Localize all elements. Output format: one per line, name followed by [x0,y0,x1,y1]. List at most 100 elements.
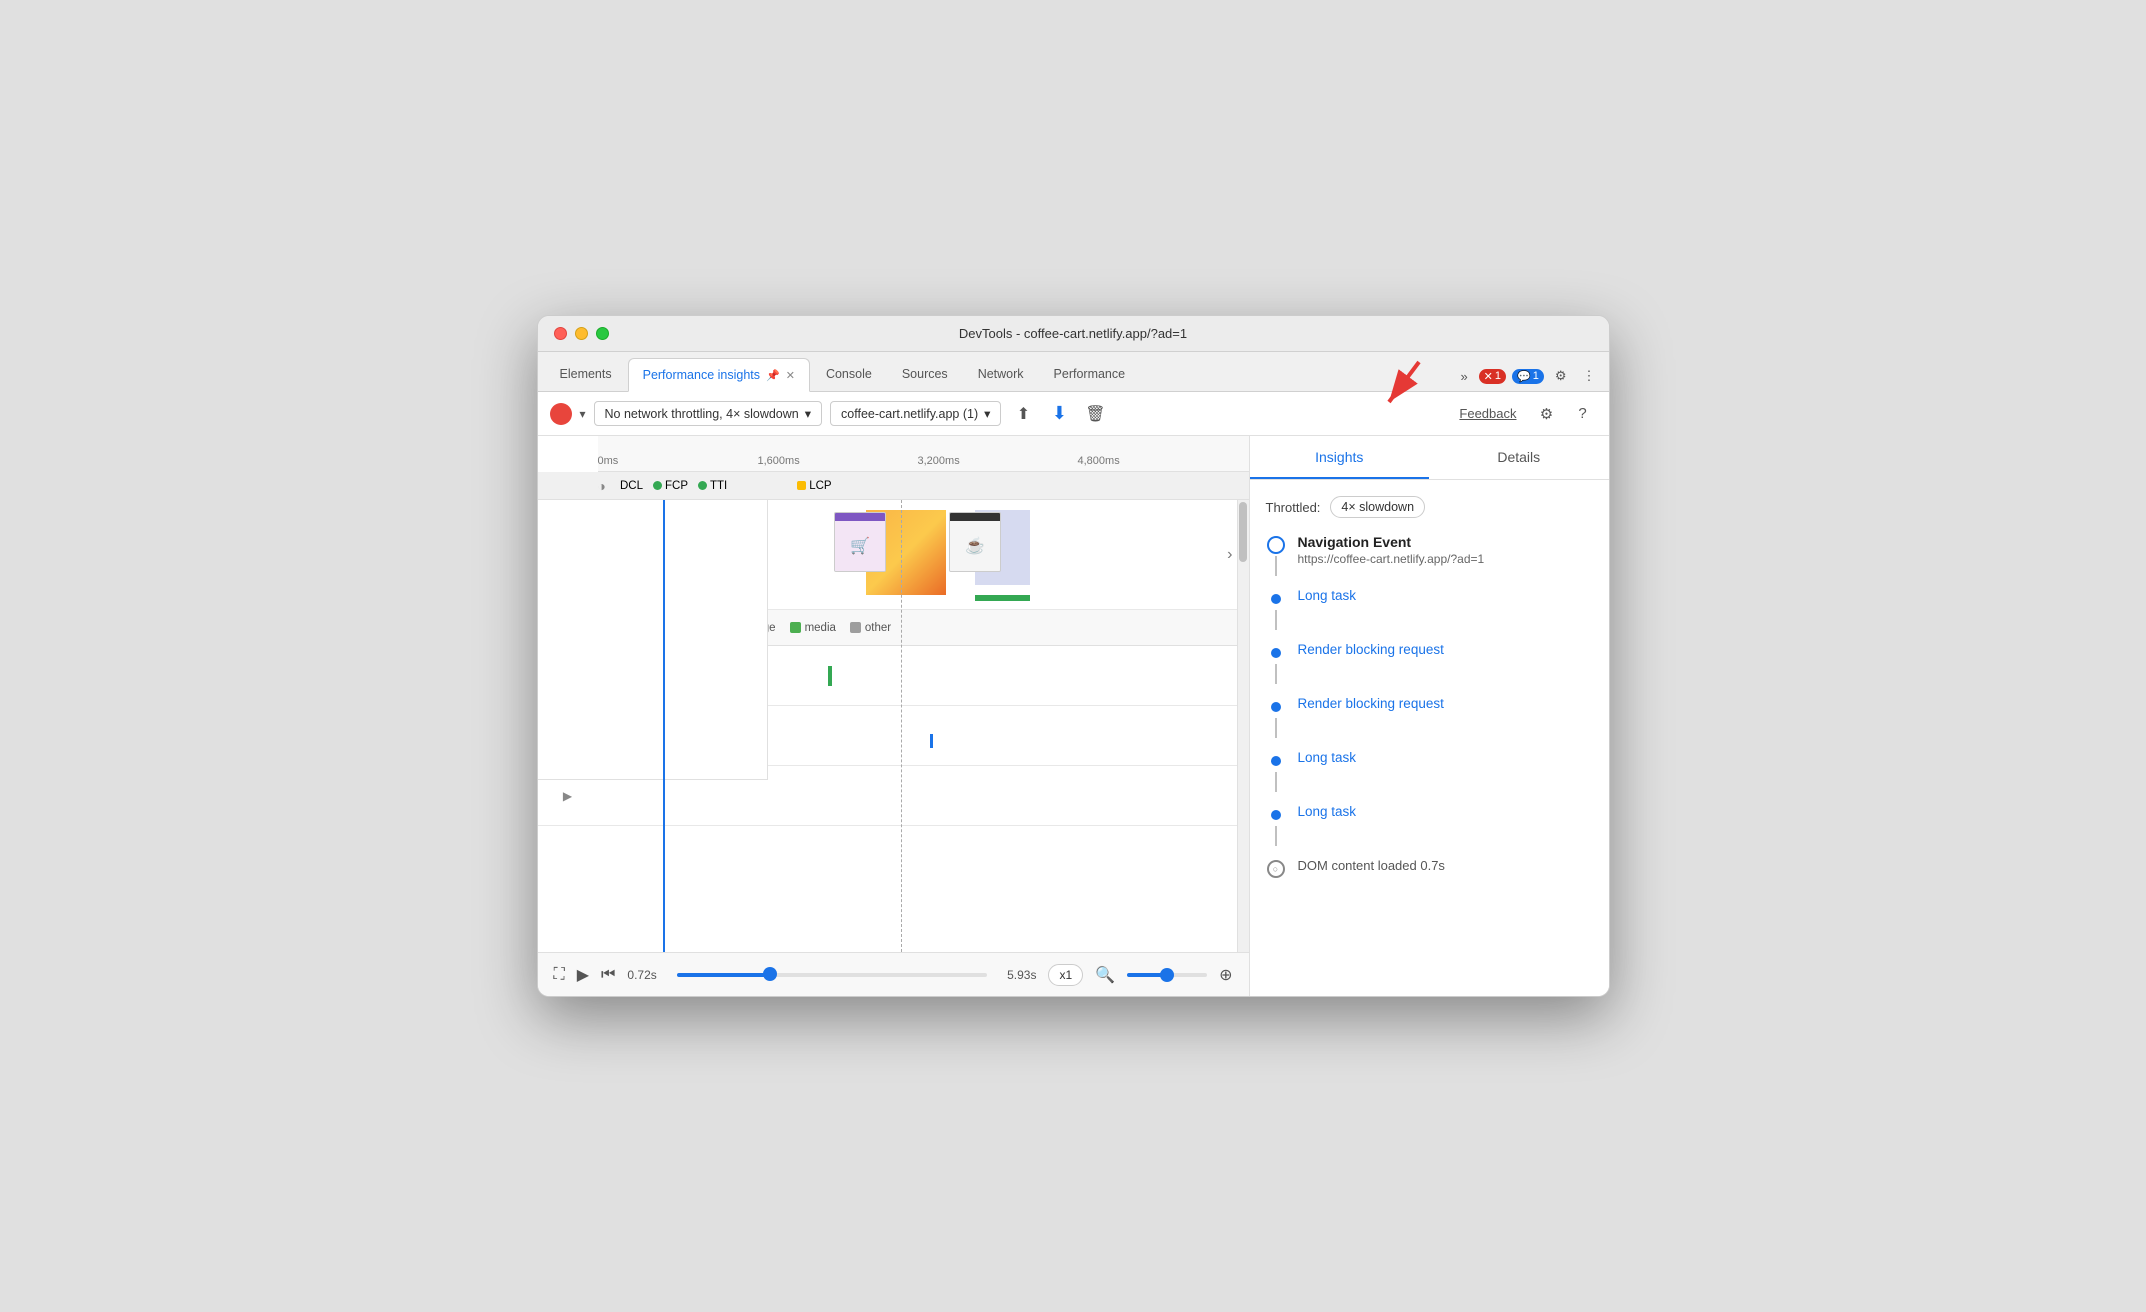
main-content: 0ms 1,600ms 3,200ms 4,800ms ◑ DCL FCP TT [538,436,1609,996]
settings-icon[interactable]: ⚙ [1533,400,1561,428]
milestone-fcp: FCP [653,480,688,492]
playhead[interactable] [663,500,665,952]
insight-item-1: Render blocking request [1266,642,1593,684]
screenshot-thumb-1[interactable]: 🛒 [834,512,886,572]
insight-link-0[interactable]: Long task [1298,588,1357,603]
tab-bar: Elements Performance insights 📌 ✕ Consol… [538,352,1609,392]
feedback-link[interactable]: Feedback [1459,406,1516,421]
throttle-dropdown[interactable]: No network throttling, 4× slowdown ▾ [594,401,822,426]
insight-link-1[interactable]: Render blocking request [1298,642,1444,657]
zoom-slider-thumb[interactable] [1160,968,1174,982]
timeline-slider[interactable] [677,973,987,977]
zoom-in-icon[interactable]: ⊕ [1219,965,1232,985]
traffic-lights [554,327,609,340]
timeline-slider-thumb[interactable] [763,967,777,981]
skip-back-icon[interactable]: ⏮ [601,966,615,984]
tab-details[interactable]: Details [1429,436,1609,479]
dot-area-0 [1266,588,1286,630]
zoom-slider[interactable] [1127,973,1207,977]
play-icon[interactable]: ▶ [577,965,589,985]
tab-close-icon[interactable]: ✕ [786,369,795,382]
time-start-label: 0.72s [627,968,656,982]
tab-nav-area: » ✕ 1 💬 1 ⚙ ⋮ [1455,365,1600,391]
time-marker-3: 4,800ms [1078,455,1120,467]
insight-item-4: Long task [1266,804,1593,846]
window-title: DevTools - coffee-cart.netlify.app/?ad=1 [959,326,1187,341]
insight-dot-3 [1271,756,1281,766]
insight-item-2: Render blocking request [1266,696,1593,738]
dom-loaded-text: DOM content loaded 0.7s [1298,858,1445,873]
nav-event-circle [1267,536,1285,554]
screenshot-thumb-2[interactable]: ☕ [949,512,1001,572]
network-bar-2 [930,734,933,748]
toolbar: ▾ No network throttling, 4× slowdown ▾ c… [538,392,1609,436]
insight-link-3[interactable]: Long task [1298,750,1357,765]
record-button[interactable] [550,403,572,425]
track-container: ▶ [538,500,1237,952]
speed-badge[interactable]: x1 [1048,964,1083,986]
tab-network[interactable]: Network [964,357,1038,391]
more-options-icon[interactable]: ⋮ [1578,365,1601,387]
screenshot-toggle-icon[interactable]: ⛶ [554,966,565,984]
delete-icon[interactable]: 🗑 [1081,400,1109,428]
time-marker-1: 1,600ms [758,455,800,467]
nav-event-dot-area [1266,534,1286,576]
chevron-right-icon[interactable]: › [1223,542,1236,568]
close-button[interactable] [554,327,567,340]
more-tabs-icon[interactable]: » [1455,366,1472,387]
insight-dot-2 [1271,702,1281,712]
legend-other: other [850,622,891,634]
tl-line-4 [1275,718,1277,738]
tab-performance-insights[interactable]: Performance insights 📌 ✕ [628,358,810,392]
green-bar [975,595,1030,601]
tl-line-3 [1275,664,1277,684]
network-bar-1 [828,666,832,686]
settings-gear-icon[interactable]: ⚙ [1550,365,1572,387]
insight-item-0: Long task [1266,588,1593,630]
tab-insights[interactable]: Insights [1250,436,1430,479]
download-icon[interactable]: ⬇ [1045,400,1073,428]
help-icon[interactable]: ? [1569,400,1597,428]
right-panel: Insights Details Throttled: 4× slowdown [1249,436,1609,996]
throttle-value-badge: 4× slowdown [1330,496,1425,518]
dot-area-3 [1266,750,1286,792]
dot-area-4 [1266,804,1286,846]
bottom-bar: ⛶ ▶ ⏮ 0.72s 5.93s x1 🔍 ⊕ [538,952,1249,996]
insight-link-2[interactable]: Render blocking request [1298,696,1444,711]
panel-tabs: Insights Details [1250,436,1609,480]
record-dropdown-icon[interactable]: ▾ [580,407,586,421]
dot-area-2 [1266,696,1286,738]
milestone-lcp: LCP [797,480,831,492]
legend-media: media [790,622,836,634]
tab-elements[interactable]: Elements [546,357,626,391]
zoom-out-icon[interactable]: 🔍 [1095,965,1115,985]
insight-link-4[interactable]: Long task [1298,804,1357,819]
milestone-bar: ◑ DCL FCP TTI LCP [538,472,1249,500]
nav-event-title: Navigation Event [1298,534,1485,550]
tab-sources[interactable]: Sources [888,357,962,391]
track-toggle-4[interactable]: ▶ [538,789,598,803]
dom-dot-area: ○ [1266,858,1286,878]
insight-dot-4 [1271,810,1281,820]
tab-console[interactable]: Console [812,357,886,391]
url-dropdown[interactable]: coffee-cart.netlify.app (1) ▾ [830,401,1001,426]
time-end-label: 5.93s [1007,968,1036,982]
dcl-circle: ◑ [598,478,606,494]
tab-performance[interactable]: Performance [1040,357,1140,391]
error-badge: ✕ 1 [1479,369,1506,384]
maximize-button[interactable] [596,327,609,340]
tl-line-5 [1275,772,1277,792]
dom-loaded-circle: ○ [1267,860,1285,878]
nav-event-url: https://coffee-cart.netlify.app/?ad=1 [1298,552,1485,566]
scrollbar-thumb[interactable] [1239,502,1247,562]
time-marker-0: 0ms [598,455,619,467]
insight-dot-0 [1271,594,1281,604]
devtools-window: DevTools - coffee-cart.netlify.app/?ad=1… [537,315,1610,997]
minimize-button[interactable] [575,327,588,340]
insight-dot-1 [1271,648,1281,658]
time-ruler: 0ms 1,600ms 3,200ms 4,800ms [598,436,1249,472]
panel-content: Throttled: 4× slowdown Navigation Event … [1250,480,1609,996]
vertical-scrollbar[interactable] [1237,500,1249,952]
insight-item-3: Long task [1266,750,1593,792]
upload-icon[interactable]: ⬆ [1009,400,1037,428]
